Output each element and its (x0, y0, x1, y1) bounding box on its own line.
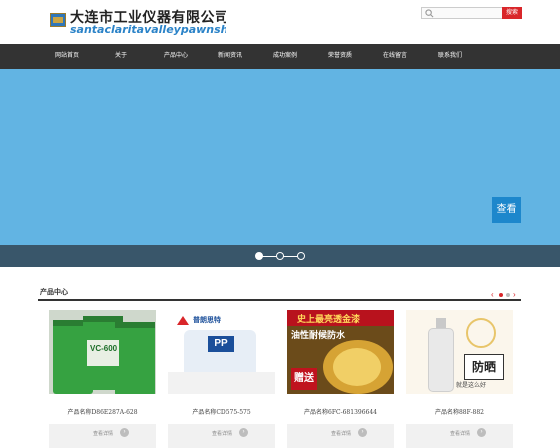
product-image-pp-bag[interactable]: 普朗思特 PP (168, 310, 275, 394)
product-subline: 就是这么好 (456, 382, 487, 389)
search-box: 搜索 (421, 7, 522, 19)
nav-item-news[interactable]: 新闻资讯 (205, 44, 255, 69)
search-icon (425, 9, 434, 18)
carousel-dot-2[interactable] (506, 293, 510, 297)
product-image-text: VC-600 (90, 344, 118, 353)
hero-banner[interactable] (0, 69, 560, 245)
slider-dot-2[interactable] (276, 252, 284, 260)
banner-action-button[interactable]: 查看 (492, 197, 521, 223)
product-footer[interactable]: 查看详情 › (287, 424, 394, 448)
nav-item-honors[interactable]: 荣誉资质 (315, 44, 365, 69)
search-input[interactable] (436, 8, 502, 18)
search-button[interactable]: 搜索 (502, 7, 522, 19)
nav-item-home[interactable]: 网站首页 (42, 44, 92, 69)
slider-dot-1[interactable] (255, 252, 263, 260)
chevron-right-icon[interactable]: › (358, 428, 367, 437)
product-image-drums[interactable]: VC-600 (49, 310, 156, 394)
nav-item-cases[interactable]: 成功案例 (260, 44, 310, 69)
sun-icon (466, 318, 496, 348)
product-headline: 防晒 (464, 354, 504, 380)
product-brand-logo: 普朗思特 (176, 314, 268, 328)
carousel-dot-1[interactable] (499, 293, 503, 297)
chevron-right-icon[interactable]: › (120, 428, 129, 437)
header: 大连市工业仪器有限公司 santaclaritavalleypawnshop.c… (0, 0, 560, 44)
nav-item-products[interactable]: 产品中心 (151, 44, 201, 69)
bottle-graphic (428, 328, 454, 392)
section-divider (38, 299, 521, 301)
product-card[interactable]: 普朗思特 PP 产品名称CD575-575 查看详情 › (168, 308, 278, 448)
product-footer[interactable]: 查看详情 › (406, 424, 513, 448)
product-brand-name: 普朗思特 (193, 316, 221, 324)
product-footer[interactable]: 查看详情 › (49, 424, 156, 448)
product-image-text: PP (208, 336, 234, 352)
nav-item-contact[interactable]: 联系我们 (425, 44, 475, 69)
nav-item-message[interactable]: 在线留言 (370, 44, 420, 69)
chevron-right-icon[interactable]: › (239, 428, 248, 437)
product-pellets-graphic (168, 372, 275, 394)
site-logo[interactable]: 大连市工业仪器有限公司 santaclaritavalleypawnshop.c… (50, 7, 226, 35)
page: 大连市工业仪器有限公司 santaclaritavalleypawnshop.c… (0, 0, 560, 448)
chevron-right-icon[interactable]: › (477, 428, 486, 437)
product-gift-badge: 赠送 (291, 368, 317, 390)
gold-swirl-highlight (333, 348, 381, 386)
carousel-prev-icon[interactable]: ‹ (491, 291, 497, 299)
section-title-products: 产品中心 (40, 289, 68, 296)
product-image-sunscreen[interactable]: 防晒 就是这么好 (406, 310, 513, 394)
product-caption[interactable]: 产品名称6FC-681396644 (287, 407, 394, 416)
product-more-link[interactable]: 查看详情 (212, 430, 232, 437)
product-card[interactable]: 史上最亮透金漆 油性耐候防水 赠送 产品名称6FC-681396644 查看详情… (287, 308, 397, 448)
product-headline: 史上最亮透金漆 (297, 315, 361, 325)
product-card[interactable]: VC-600 产品名称D86E287A-628 查看详情 › (49, 308, 159, 448)
logo-emblem-icon (50, 13, 66, 27)
brand-mark-icon (177, 316, 189, 325)
product-more-link[interactable]: 查看详情 (450, 430, 470, 437)
product-card[interactable]: 防晒 就是这么好 产品名称88F-882 查看详情 › (406, 308, 516, 448)
product-caption[interactable]: 产品名称CD575-575 (168, 407, 275, 416)
product-more-link[interactable]: 查看详情 (331, 430, 351, 437)
product-more-link[interactable]: 查看详情 (93, 430, 113, 437)
product-image-gold-paint[interactable]: 史上最亮透金漆 油性耐候防水 赠送 (287, 310, 394, 394)
product-caption[interactable]: 产品名称D86E287A-628 (49, 407, 156, 416)
logo-domain: santaclaritavalleypawnshop.com (70, 23, 226, 35)
product-footer[interactable]: 查看详情 › (168, 424, 275, 448)
carousel-next-icon[interactable]: › (513, 291, 519, 299)
product-caption[interactable]: 产品名称88F-882 (406, 407, 513, 416)
product-subline: 油性耐候防水 (291, 331, 346, 341)
slider-dot-3[interactable] (297, 252, 305, 260)
main-nav: 网站首页 关于 产品中心 新闻资讯 成功案例 荣誉资质 在线留言 联系我们 (0, 44, 560, 69)
nav-item-about[interactable]: 关于 (96, 44, 146, 69)
